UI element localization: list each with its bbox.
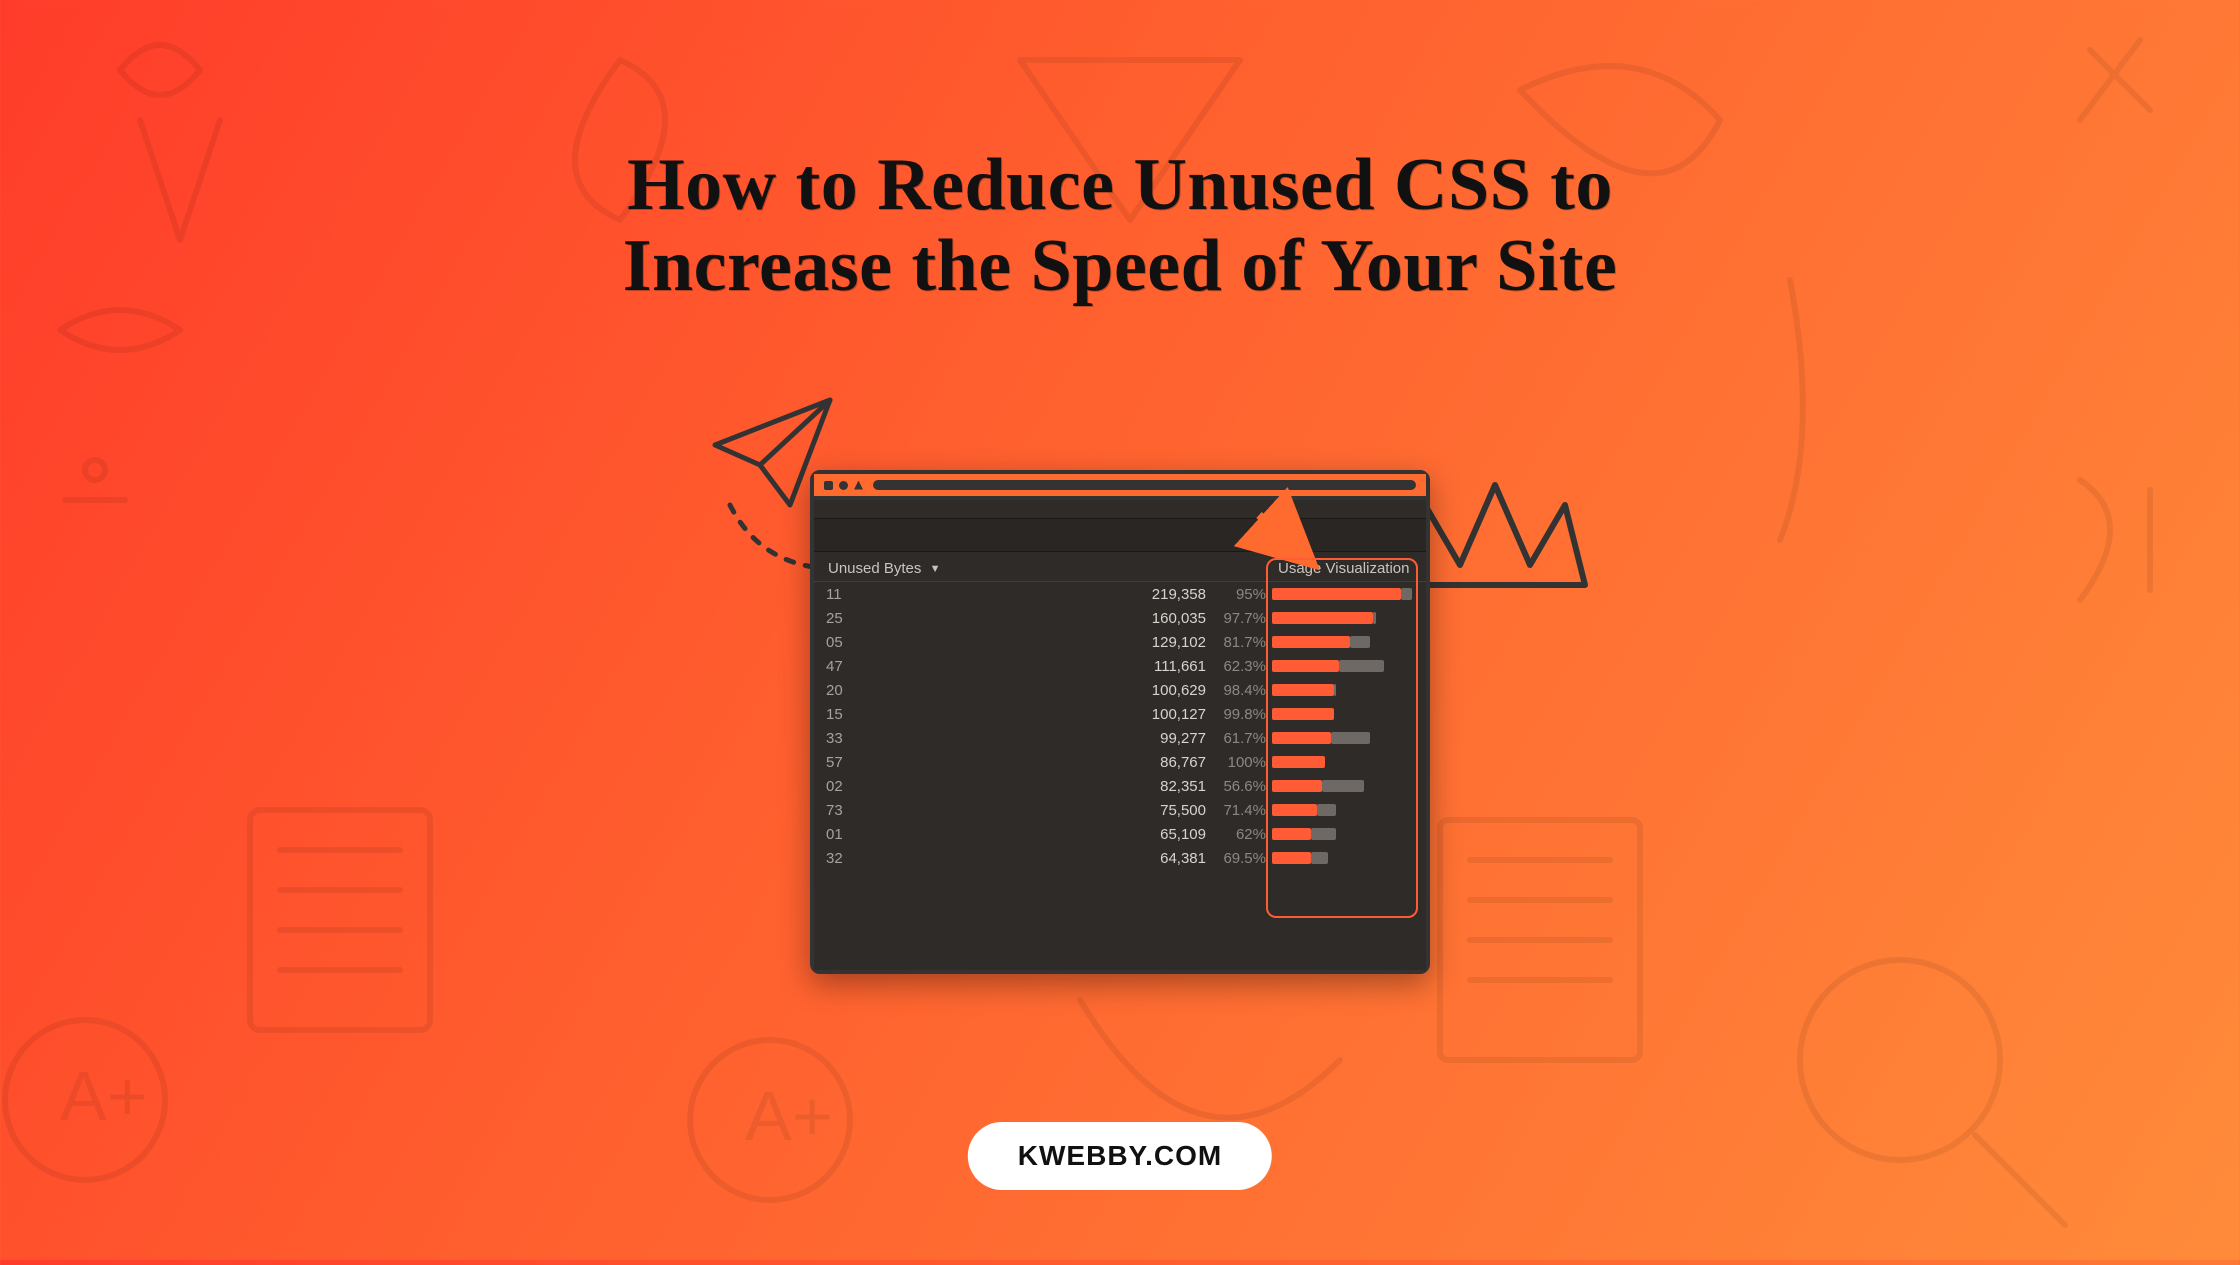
- unused-bytes-value: 82,351: [1150, 778, 1210, 795]
- row-index: 11: [820, 586, 862, 603]
- table-row[interactable]: 57 86,767100%: [814, 750, 1426, 774]
- row-index: 01: [820, 826, 862, 843]
- window-controls[interactable]: [824, 481, 863, 490]
- usage-bar: [1272, 780, 1412, 792]
- window-control-icon[interactable]: [854, 481, 863, 490]
- sort-desc-icon: ▼: [930, 563, 941, 575]
- usage-bar: [1272, 852, 1412, 864]
- unused-bytes-value: 100,127: [1150, 706, 1210, 723]
- row-index: 15: [820, 706, 862, 723]
- url-bar[interactable]: [873, 480, 1416, 490]
- unused-bytes-value: 100,629: [1150, 682, 1210, 699]
- usage-bar: [1272, 732, 1412, 744]
- table-row[interactable]: 05 129,10281.7%: [814, 630, 1426, 654]
- unused-percent-value: 99.8%: [1210, 706, 1272, 723]
- usage-bar: [1272, 636, 1412, 648]
- row-index: 02: [820, 778, 862, 795]
- page-title: How to Reduce Unused CSS to Increase the…: [520, 145, 1720, 308]
- usage-bar: [1272, 828, 1412, 840]
- panel-toolbar: [814, 518, 1426, 552]
- usage-bar: [1272, 612, 1412, 624]
- unused-percent-value: 56.6%: [1210, 778, 1272, 795]
- svg-text:A+: A+: [60, 1057, 148, 1135]
- svg-text:A+: A+: [745, 1077, 833, 1155]
- column-header-unused-bytes[interactable]: Unused Bytes ▼: [820, 560, 1210, 577]
- column-header-label: Unused Bytes: [828, 560, 921, 577]
- unused-percent-value: 97.7%: [1210, 610, 1272, 627]
- window-control-icon[interactable]: [839, 481, 848, 490]
- unused-bytes-value: 64,381: [1150, 850, 1210, 867]
- row-index: 05: [820, 634, 862, 651]
- usage-bar: [1272, 684, 1412, 696]
- unused-percent-value: 98.4%: [1210, 682, 1272, 699]
- coverage-panel: Unused Bytes ▼ Usage Visualization 11 219…: [814, 500, 1426, 970]
- unused-percent-value: 62.3%: [1210, 658, 1272, 675]
- unused-percent-value: 81.7%: [1210, 634, 1272, 651]
- row-index: 25: [820, 610, 862, 627]
- row-index: 57: [820, 754, 862, 771]
- row-index: 20: [820, 682, 862, 699]
- row-index: 73: [820, 802, 862, 819]
- usage-bar: [1272, 588, 1412, 600]
- unused-percent-value: 69.5%: [1210, 850, 1272, 867]
- unused-bytes-value: 75,500: [1150, 802, 1210, 819]
- window-titlebar: [814, 474, 1426, 500]
- unused-percent-value: 100%: [1210, 754, 1272, 771]
- table-row[interactable]: 25 160,03597.7%: [814, 606, 1426, 630]
- devtools-window: Unused Bytes ▼ Usage Visualization 11 219…: [810, 470, 1430, 974]
- table-row[interactable]: 01 65,10962%: [814, 822, 1426, 846]
- table-row[interactable]: 73 75,50071.4%: [814, 798, 1426, 822]
- table-header-row: Unused Bytes ▼ Usage Visualization: [814, 556, 1426, 582]
- table-row[interactable]: 33 99,27761.7%: [814, 726, 1426, 750]
- unused-percent-value: 61.7%: [1210, 730, 1272, 747]
- site-badge: KWEBBY.COM: [968, 1122, 1272, 1190]
- table-row[interactable]: 15 100,12799.8%: [814, 702, 1426, 726]
- usage-bar: [1272, 660, 1412, 672]
- unused-percent-value: 71.4%: [1210, 802, 1272, 819]
- unused-bytes-value: 219,358: [1150, 586, 1210, 603]
- row-index: 47: [820, 658, 862, 675]
- unused-bytes-value: 65,109: [1150, 826, 1210, 843]
- usage-bar: [1272, 756, 1412, 768]
- unused-bytes-value: 111,661: [1150, 658, 1210, 675]
- column-header-usage-visualization[interactable]: Usage Visualization: [1272, 560, 1412, 577]
- table-row[interactable]: 47 111,66162.3%: [814, 654, 1426, 678]
- unused-bytes-value: 86,767: [1150, 754, 1210, 771]
- unused-bytes-value: 160,035: [1150, 610, 1210, 627]
- table-body: 11 219,35895% 25 160,03597.7% 05 129,10281.7%…: [814, 582, 1426, 870]
- table-row[interactable]: 32 64,38169.5%: [814, 846, 1426, 870]
- row-index: 33: [820, 730, 862, 747]
- table-row[interactable]: 11 219,35895%: [814, 582, 1426, 606]
- unused-bytes-value: 99,277: [1150, 730, 1210, 747]
- unused-percent-value: 62%: [1210, 826, 1272, 843]
- window-control-icon[interactable]: [824, 481, 833, 490]
- unused-bytes-value: 129,102: [1150, 634, 1210, 651]
- usage-bar: [1272, 708, 1412, 720]
- row-index: 32: [820, 850, 862, 867]
- table-row[interactable]: 20 100,62998.4%: [814, 678, 1426, 702]
- table-row[interactable]: 02 82,35156.6%: [814, 774, 1426, 798]
- usage-bar: [1272, 804, 1412, 816]
- unused-percent-value: 95%: [1210, 586, 1272, 603]
